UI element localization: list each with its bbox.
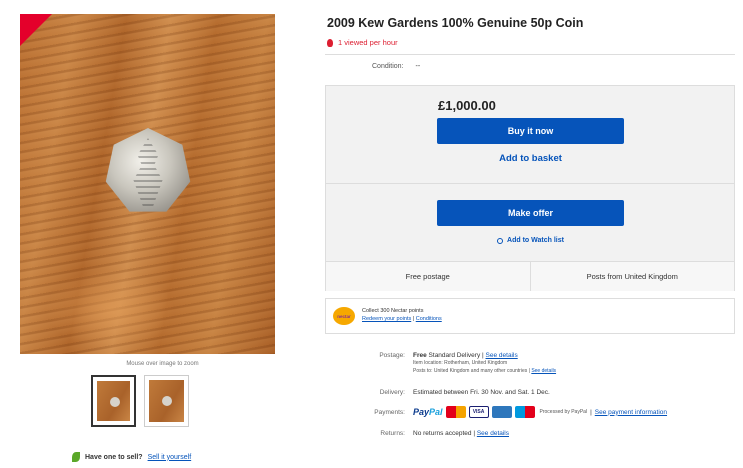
- amex-icon: [491, 406, 512, 418]
- corner-ribbon-icon: [20, 14, 52, 46]
- condition-label: Condition:: [372, 63, 404, 70]
- flame-icon: [327, 38, 333, 47]
- leaf-icon: [72, 452, 80, 462]
- thumbnail-image: [97, 381, 130, 421]
- thumbnail-image: [149, 380, 184, 422]
- nectar-collect: Collect 300 Nectar points: [362, 308, 424, 314]
- conditions-link[interactable]: Conditions: [416, 316, 442, 322]
- divider: [326, 183, 734, 184]
- eye-icon: [497, 237, 504, 244]
- returns-label: Returns:: [380, 430, 405, 437]
- posts-to-see-details-link[interactable]: See details: [531, 368, 556, 374]
- sell-prompt: Have one to sell?: [85, 453, 143, 461]
- sell-it-yourself-link[interactable]: Sell it yourself: [148, 454, 192, 461]
- returns-see-details-link[interactable]: See details: [477, 430, 509, 437]
- watch-label: Add to Watch list: [507, 237, 564, 244]
- nectar-text: Collect 300 Nectar points Redeem your po…: [362, 307, 442, 323]
- payments-label: Payments:: [374, 408, 405, 416]
- listing-title: 2009 Kew Gardens 100% Genuine 50p Coin: [327, 16, 584, 30]
- item-location: Item location: Rotherham, United Kingdom: [413, 360, 508, 366]
- shipping-info-strip: Free postage Posts from United Kingdom: [326, 261, 734, 291]
- postage-row: Postage: Free Standard Delivery | See de…: [325, 352, 556, 375]
- nectar-links: Redeem your points | Conditions: [362, 315, 442, 323]
- free-postage: Free postage: [405, 272, 450, 281]
- postage-free: Free: [413, 352, 427, 359]
- delivery-row: Delivery: Estimated between Fri. 30 Nov.…: [325, 389, 550, 396]
- price: £1,000.00: [438, 98, 496, 113]
- returns-text: No returns accepted |: [413, 430, 476, 437]
- condition-row: Condition: --: [372, 63, 420, 70]
- payments-separator: |: [590, 408, 592, 416]
- sell-yours-prompt: Have one to sell? Sell it yourself: [72, 452, 191, 462]
- delivery-label: Delivery:: [379, 389, 405, 396]
- wood-knot: [45, 269, 175, 349]
- paypal-logo: PayPal: [413, 407, 443, 417]
- postage-value: Free Standard Delivery | See details Ite…: [413, 352, 556, 375]
- viewed-text: 1 viewed per hour: [338, 38, 398, 47]
- nectar-logo: nectar: [333, 307, 355, 325]
- maestro-icon: [514, 406, 535, 418]
- thumbnail-strip: [91, 375, 189, 427]
- redeem-points-link[interactable]: Redeem your points: [362, 316, 411, 322]
- nectar-separator: |: [412, 316, 415, 322]
- payment-info-link[interactable]: See payment information: [595, 409, 667, 416]
- add-to-basket-link[interactable]: Add to basket: [437, 153, 624, 164]
- buy-it-now-button[interactable]: Buy it now: [437, 118, 624, 144]
- add-to-watch-list-link[interactable]: Add to Watch list: [437, 237, 624, 244]
- visa-icon: VISA: [468, 406, 489, 418]
- posts-to: Posts to: United Kingdom and many other …: [413, 367, 556, 375]
- postage-see-details-link[interactable]: See details: [486, 352, 518, 359]
- viewed-indicator: 1 viewed per hour: [327, 38, 398, 47]
- make-offer-button[interactable]: Make offer: [437, 200, 624, 226]
- nectar-promo: nectar Collect 300 Nectar points Redeem …: [325, 298, 735, 334]
- thumbnail-1[interactable]: [91, 375, 136, 427]
- buy-box: £1,000.00 Buy it now Add to basket Make …: [325, 85, 735, 291]
- gallery: Mouse over image to zoom Have one to sel…: [10, 8, 315, 462]
- posts-from: Posts from United Kingdom: [529, 262, 735, 291]
- payment-methods: PayPal VISA Processed by PayPal | See pa…: [413, 406, 667, 418]
- zoom-hint: Mouse over image to zoom: [126, 361, 199, 367]
- processed-by-paypal: Processed by PayPal: [539, 409, 588, 415]
- postage-label: Postage:: [379, 352, 405, 359]
- thumbnail-2[interactable]: [144, 375, 189, 427]
- postage-method: Standard Delivery |: [428, 352, 484, 359]
- pagoda-design: [133, 138, 163, 206]
- mastercard-icon: [445, 406, 466, 418]
- condition-value: --: [415, 63, 421, 70]
- payments-row: Payments: PayPal VISA Processed by PayPa…: [325, 406, 667, 418]
- returns-row: Returns: No returns accepted | See detai…: [325, 430, 509, 437]
- main-product-image[interactable]: [20, 14, 275, 354]
- delivery-value: Estimated between Fri. 30 Nov. and Sat. …: [413, 389, 550, 396]
- divider: [325, 54, 735, 55]
- returns-value: No returns accepted | See details: [413, 430, 509, 437]
- posts-to-text: Posts to: United Kingdom and many other …: [413, 368, 530, 374]
